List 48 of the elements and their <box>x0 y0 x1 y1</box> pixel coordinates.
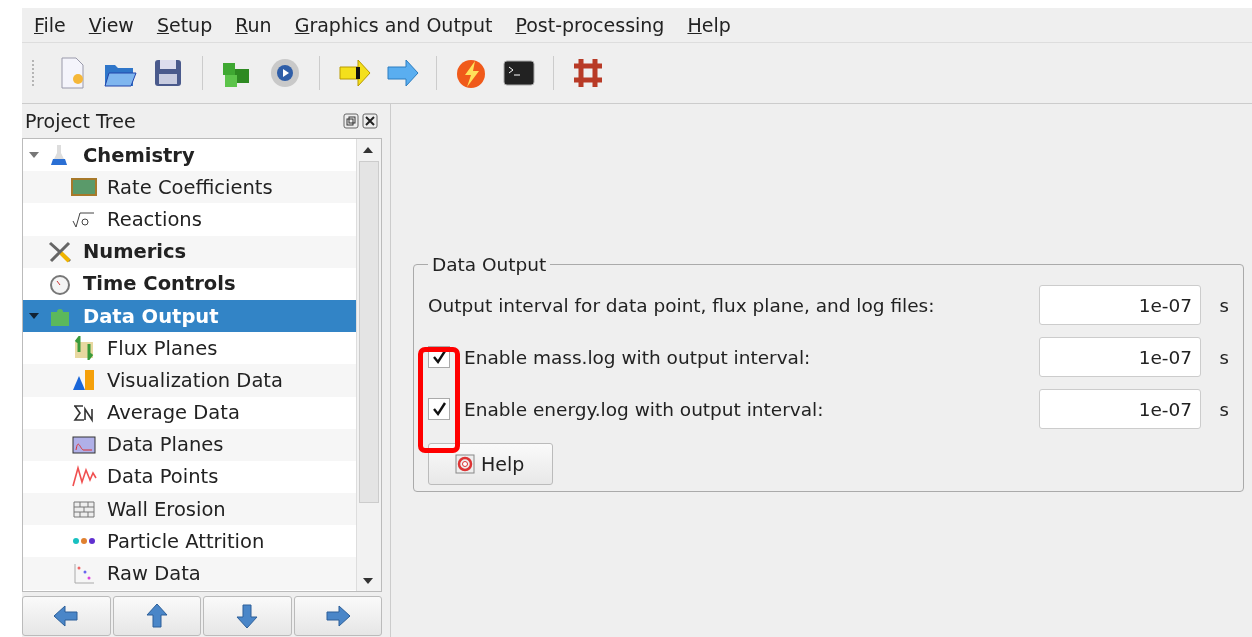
unit-label: s <box>1218 294 1229 316</box>
scatter-icon <box>71 561 97 586</box>
arrow-right-icon <box>323 604 352 628</box>
scroll-thumb[interactable] <box>359 161 379 503</box>
wave-icon <box>71 464 97 489</box>
menu-item[interactable]: File <box>34 14 66 36</box>
lifebuoy-icon <box>455 454 475 474</box>
menu-item[interactable]: Setup <box>156 14 213 36</box>
menu-item[interactable]: Post-processing <box>515 14 665 36</box>
tree-item[interactable]: Numerics <box>23 235 356 268</box>
float-icon[interactable] <box>343 113 359 129</box>
input-field[interactable]: 1e-07 <box>1039 337 1201 377</box>
tree-item[interactable]: Data Planes <box>23 428 356 461</box>
bars-icon <box>71 368 97 393</box>
close-icon[interactable] <box>362 113 378 129</box>
checkmark-icon <box>431 401 447 417</box>
field-label: Enable energy.log with output interval: <box>464 398 825 420</box>
input-field[interactable]: 1e-07 <box>1039 285 1201 325</box>
arrow-down-icon <box>235 602 260 630</box>
field-label: Output interval for data point, flux plane, and log files: <box>428 294 936 316</box>
field-label: Enable mass.log with output interval: <box>464 346 812 368</box>
menu-item[interactable]: View <box>88 14 134 36</box>
tree-item[interactable]: Data Output <box>23 299 356 333</box>
move-up-button[interactable] <box>112 596 201 636</box>
checkmark-icon <box>431 349 447 365</box>
toolbar-grip-icon <box>30 59 36 87</box>
move-left-button[interactable] <box>22 596 111 636</box>
group-title: Data Output <box>431 254 548 275</box>
move-right-button[interactable] <box>293 596 382 636</box>
menu-item[interactable]: Graphics and Output <box>294 14 493 36</box>
tree-item[interactable]: Visualization Data <box>23 364 356 397</box>
move-down-button[interactable] <box>203 596 292 636</box>
tree-item[interactable]: Rate Coefficients <box>23 171 356 204</box>
input-field[interactable]: 1e-07 <box>1039 389 1201 429</box>
tree-item[interactable]: Wall Erosion <box>23 493 356 526</box>
arrow-up-icon <box>144 602 169 630</box>
tools-icon <box>47 239 73 264</box>
help-button[interactable]: Help <box>428 443 554 485</box>
arrow-left-icon <box>52 604 81 628</box>
panel-title: Project Tree <box>25 110 137 132</box>
dots-icon <box>71 536 97 547</box>
menu-item[interactable]: Help <box>687 14 731 36</box>
unit-label: s <box>1218 346 1229 368</box>
checkbox[interactable] <box>428 398 450 420</box>
unit-label: s <box>1218 398 1229 420</box>
menu-item[interactable]: Run <box>235 14 272 36</box>
scrollbar[interactable] <box>356 139 381 591</box>
tree-item[interactable]: Raw Data <box>23 557 356 590</box>
